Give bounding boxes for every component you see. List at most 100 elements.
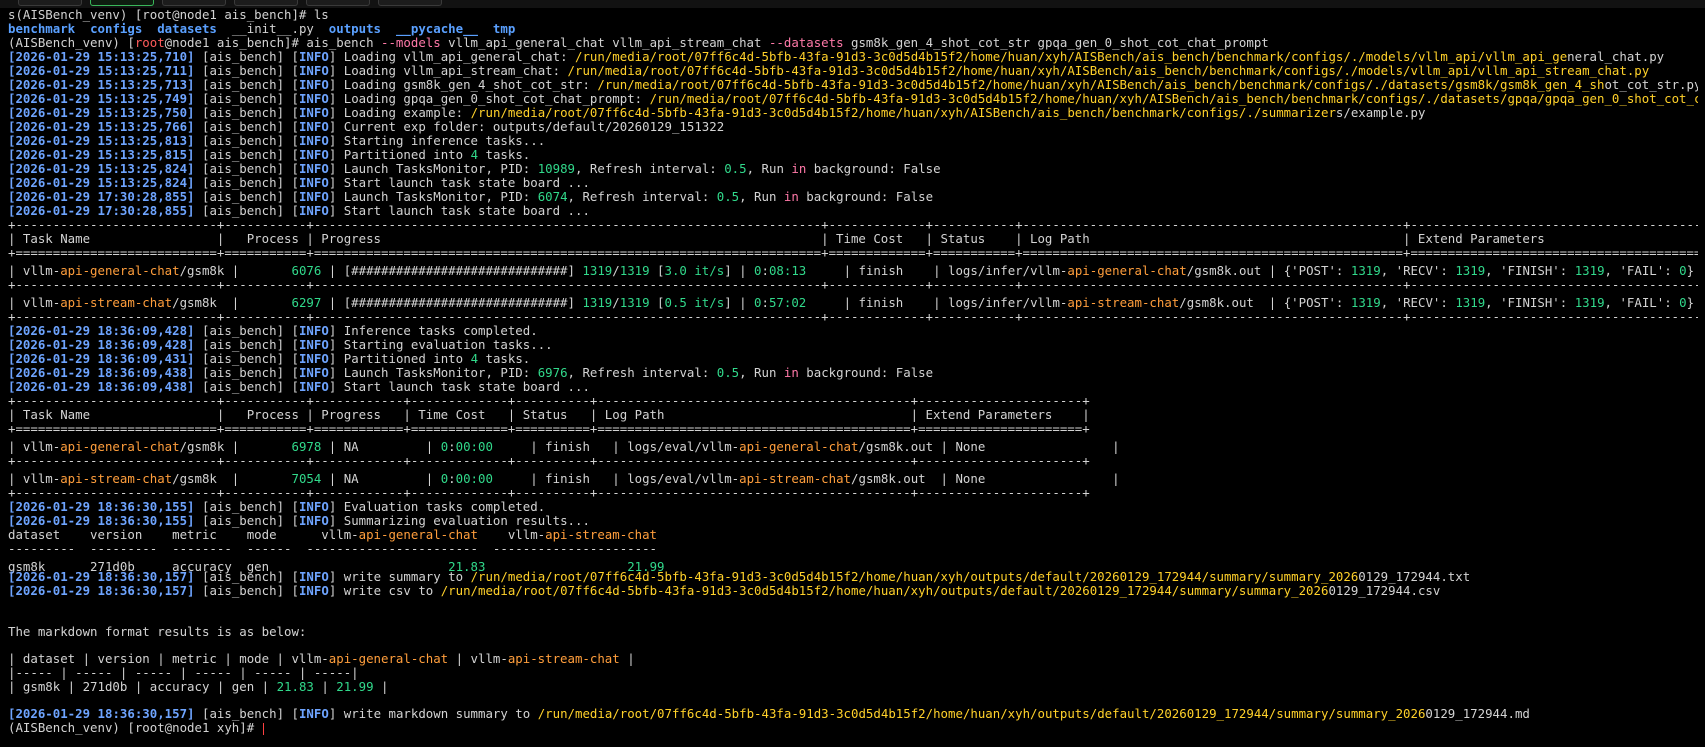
text-span: | Task Name | Process | Progress | Time …	[8, 231, 1545, 246]
text-span: 0	[1679, 263, 1687, 278]
text-span: 1319	[1350, 295, 1381, 310]
text-span: 6978	[291, 439, 322, 454]
text-span: 2026-01-29 18:36:30,155	[15, 499, 188, 514]
text-span: ais_bench	[209, 63, 277, 78]
text-span: --datasets	[768, 35, 844, 50]
text-span: , 'FINISH':	[1485, 263, 1575, 278]
text-span: /gsm8k.out | None |	[851, 471, 1120, 486]
text-span: , Refresh interval:	[567, 189, 717, 204]
text-span: api-stream-chat	[60, 295, 173, 310]
text-span: 4	[470, 351, 479, 366]
text-span: gsm8k_gen_4_shot_cot_str gpqa_gen_0_shot…	[843, 35, 1269, 50]
text-span: | Task Name | Process | Progress | Time …	[8, 407, 1090, 422]
text-span: /run/media/root/07ff6c4d-5bfb-43fa-91d3-…	[470, 569, 1359, 584]
text-span: :	[761, 263, 769, 278]
text-span: /gsm8k.out | {'POST':	[1179, 295, 1351, 310]
text-span: 0129_172944.csv	[1328, 583, 1441, 598]
eval-table-border: +---------------------------+-----------…	[8, 486, 1698, 500]
terminal-tab-active[interactable]	[90, 0, 154, 6]
text-span: Launch TasksMonitor, PID:	[343, 365, 538, 380]
text-span: ais_bench	[209, 569, 277, 584]
text-span: | [#############################]	[321, 263, 583, 278]
log-line: [2026-01-29 18:36:30,155] [ais_bench] [I…	[8, 513, 590, 528]
terminal-tab[interactable]	[18, 0, 82, 6]
terminal-tab[interactable]	[378, 0, 442, 6]
log-line: [2026-01-29 15:13:25,824] [ais_bench] [I…	[8, 161, 941, 176]
text-span: | dataset | version | metric | mode | vl…	[8, 651, 329, 666]
text-span: 0.5	[716, 189, 740, 204]
terminal-tab[interactable]	[306, 0, 370, 6]
text-span: ot_cot_str.py	[1604, 77, 1698, 92]
text-span: api-stream-chat	[1067, 295, 1180, 310]
text-span: INFO	[298, 77, 329, 92]
text-span: tasks.	[478, 351, 531, 366]
text-span: INFO	[298, 189, 329, 204]
text-span: api-stream-chat	[739, 471, 852, 486]
text-span: api-general-chat	[60, 263, 180, 278]
text-span: 57:02	[768, 295, 807, 310]
text-span: Current exp folder: outputs/default/2026…	[343, 119, 725, 134]
eval-table-row: | vllm-api-stream-chat/gsm8k | 7054 | NA…	[8, 472, 1698, 486]
previous-command-line: s(AISBench_venv) [root@node1 ais_bench]#…	[8, 8, 1698, 22]
text-span: 2026-01-29 15:13:25,766	[15, 119, 188, 134]
text-span: /run/media/root/07ff6c4d-5bfb-43fa-91d3-…	[440, 583, 1329, 598]
text-span: ais_bench	[209, 161, 277, 176]
text-span: } |	[1686, 295, 1695, 310]
text-span: | gsm8k | 271d0b | accuracy | gen |	[8, 679, 277, 694]
log-line: [2026-01-29 15:13:25,713] [ais_bench] [I…	[8, 78, 1698, 92]
text-span: Evaluation tasks completed.	[343, 499, 546, 514]
summary-dashes: --------- --------- -------- ------ ----…	[8, 542, 1698, 556]
text-span: --models	[381, 35, 441, 50]
text-span: --------- --------- -------- ------ ----…	[8, 541, 658, 556]
text-span: |	[313, 679, 337, 694]
log-line: [2026-01-29 18:36:09,431] [ais_bench] [I…	[8, 351, 531, 366]
text-span: INFO	[298, 499, 329, 514]
log-line: [2026-01-29 15:13:25,711] [ais_bench] [I…	[8, 63, 1650, 78]
text-span: write csv to	[343, 583, 441, 598]
text-span: 21.99	[336, 679, 374, 694]
text-span: 08:13	[768, 263, 807, 278]
text-span: api-stream-chat	[507, 651, 620, 666]
text-span: 0	[754, 295, 762, 310]
terminal-output[interactable]: s(AISBench_venv) [root@node1 ais_bench]#…	[8, 8, 1698, 741]
text-span: /run/media/root/07ff6c4d-5bfb-43fa-91d3-…	[470, 105, 1336, 120]
text-span: (AISBench_venv) [root@node1 xyh]#	[8, 720, 262, 735]
text-span: ais_bench	[209, 365, 277, 380]
terminal-tab[interactable]	[162, 0, 226, 6]
text-span: in	[791, 161, 807, 176]
text-span: +---------------------------+-----------…	[8, 485, 1090, 500]
infer-table-border: +---------------------------+-----------…	[8, 278, 1698, 292]
eval-table-row: | vllm-api-general-chat/gsm8k | 6978 | N…	[8, 440, 1698, 454]
text-span: [	[649, 263, 665, 278]
text-span: [	[649, 295, 665, 310]
text-span: ais_bench	[209, 351, 277, 366]
text-span: |	[373, 679, 389, 694]
text-span: , 'RECV':	[1380, 295, 1456, 310]
log-line: [2026-01-29 15:13:25,815] [ais_bench] [I…	[8, 147, 531, 162]
text-span: outputs	[328, 21, 382, 36]
text-span: | vllm-	[8, 439, 61, 454]
shell-prompt: (AISBench_venv) [root@node1 xyh]#	[8, 721, 1698, 735]
text-span: Summarizing evaluation results...	[343, 513, 590, 528]
text-span: ais_bench	[209, 513, 277, 528]
text-span: /	[612, 263, 620, 278]
text-span: | NA |	[321, 471, 441, 486]
log-line: [2026-01-29 15:13:25,749] [ais_bench] [I…	[8, 92, 1698, 106]
text-span: | finish | logs/infer/vllm-	[806, 295, 1068, 310]
eval-table-border: +---------------------------+-----------…	[8, 394, 1698, 408]
text-span: /run/media/root/07ff6c4d-5bfb-43fa-91d3-…	[567, 63, 1650, 78]
text-span: 0	[1679, 295, 1687, 310]
text-span: s/example.py	[1335, 105, 1426, 120]
text-span: 1319	[1455, 295, 1486, 310]
text-span: INFO	[298, 323, 329, 338]
log-line: [2026-01-29 15:13:25,750] [ais_bench] [I…	[8, 105, 1426, 120]
text-span: INFO	[298, 161, 329, 176]
text-span: ais_bench	[209, 91, 277, 106]
terminal-tab[interactable]	[234, 0, 298, 6]
text-span: 2026-01-29 15:13:25,815	[15, 147, 188, 162]
infer-table-separator: +===========================+===========…	[8, 246, 1698, 260]
text-span: ais_bench	[209, 499, 277, 514]
text-span: INFO	[298, 147, 329, 162]
text-span: 2026-01-29 15:13:25,713	[15, 77, 188, 92]
text-span: 10989	[537, 161, 576, 176]
